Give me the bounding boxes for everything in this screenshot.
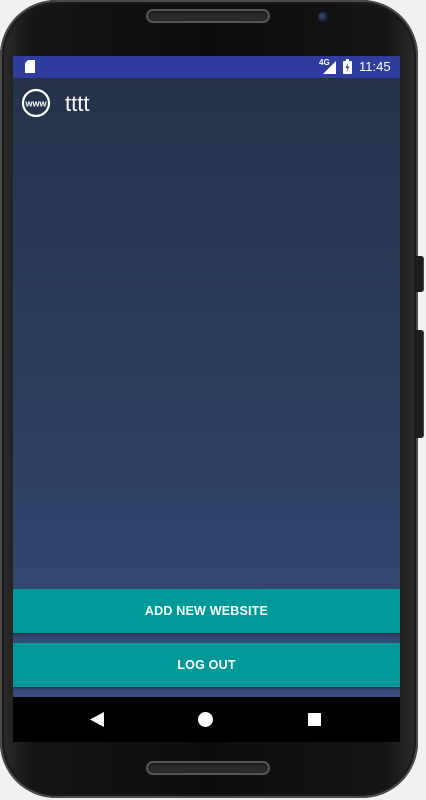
back-icon[interactable]: [90, 712, 104, 727]
navigation-bar: [13, 697, 400, 742]
add-new-website-button[interactable]: ADD NEW WEBSITE: [13, 589, 400, 633]
sd-card-icon: [25, 60, 35, 73]
signal-icon: [323, 61, 336, 74]
status-clock: 11:45: [359, 59, 391, 74]
www-icon-text: www: [24, 99, 47, 109]
log-out-button[interactable]: LOG OUT: [13, 643, 400, 687]
volume-button: [416, 256, 424, 292]
power-button: [416, 330, 424, 438]
top-speaker: [146, 9, 270, 23]
app-content: www tttt ADD NEW WEBSITE LOG OUT: [13, 78, 400, 697]
device-frame: 4G 11:45 www tttt ADD NEW WEBSITE LOG OU…: [0, 0, 426, 800]
status-bar: 4G 11:45: [13, 56, 400, 78]
recents-icon[interactable]: [308, 713, 321, 726]
app-title: tttt: [65, 91, 90, 116]
battery-icon: [343, 59, 352, 74]
home-icon[interactable]: [198, 712, 213, 727]
www-globe-icon: www: [21, 88, 51, 118]
front-camera: [318, 12, 328, 22]
screen: 4G 11:45 www tttt ADD NEW WEBSITE LOG OU…: [13, 56, 400, 742]
bottom-speaker: [146, 761, 270, 775]
app-header: www tttt: [13, 78, 400, 128]
